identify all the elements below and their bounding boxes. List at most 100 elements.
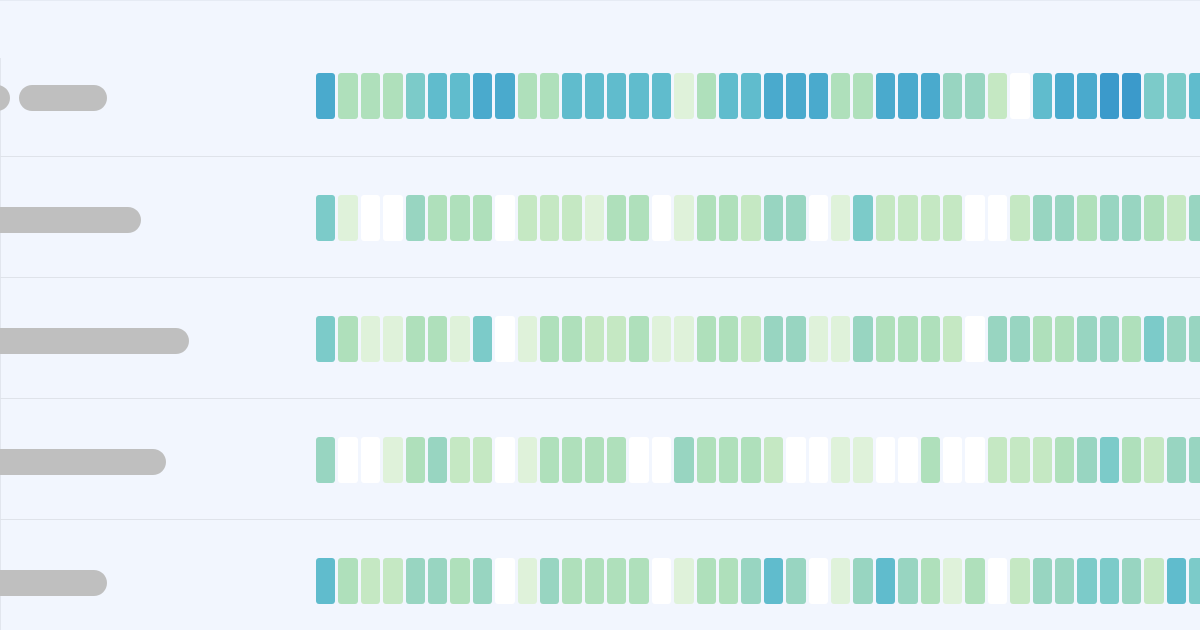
activity-cell — [965, 73, 985, 119]
activity-cell — [942, 73, 963, 119]
activity-cell — [360, 437, 381, 483]
activity-cell — [383, 316, 403, 362]
activity-cell — [763, 437, 784, 483]
activity-cell — [1077, 558, 1097, 604]
activity-cell — [1122, 437, 1142, 483]
activity-cell — [830, 73, 851, 119]
activity-cell — [1099, 195, 1120, 241]
activity-cell — [427, 195, 448, 241]
activity-cell — [674, 73, 694, 119]
activity-cell — [1077, 437, 1097, 483]
activity-cells — [316, 558, 1200, 604]
activity-cell — [1099, 437, 1120, 483]
activity-cell — [472, 73, 493, 119]
activity-cell — [786, 195, 806, 241]
activity-cell — [1144, 195, 1164, 241]
activity-cell — [517, 195, 537, 241]
activity-cell — [1099, 558, 1120, 604]
activity-cell — [920, 558, 940, 604]
activity-cell — [427, 558, 448, 604]
activity-cell — [1122, 73, 1142, 119]
activity-cell — [987, 73, 1008, 119]
activity-cell — [607, 73, 627, 119]
activity-cell — [338, 73, 358, 119]
activity-cell — [875, 558, 896, 604]
activity-cell — [472, 316, 493, 362]
activity-cell — [427, 437, 448, 483]
activity-cell — [607, 437, 627, 483]
activity-cell — [1077, 73, 1097, 119]
activity-cell — [1054, 558, 1075, 604]
activity-cell — [338, 195, 358, 241]
activity-cell — [1010, 558, 1030, 604]
activity-cell — [316, 73, 336, 119]
activity-cell — [1144, 437, 1164, 483]
activity-cell — [562, 437, 582, 483]
activity-cell — [741, 195, 761, 241]
activity-cell — [719, 437, 739, 483]
activity-cell — [360, 558, 381, 604]
activity-cell — [584, 558, 605, 604]
activity-cell — [920, 316, 940, 362]
activity-cell — [830, 437, 851, 483]
activity-cell — [1144, 316, 1164, 362]
activity-cell — [808, 437, 828, 483]
activity-cell — [763, 195, 784, 241]
activity-cell — [629, 73, 649, 119]
activity-cells — [316, 316, 1200, 362]
activity-cell — [629, 316, 649, 362]
activity-cell — [853, 558, 873, 604]
activity-cell — [584, 73, 605, 119]
activity-cell — [965, 316, 985, 362]
activity-row — [0, 519, 1200, 630]
activity-cell — [875, 316, 896, 362]
activity-cell — [920, 73, 940, 119]
activity-cell — [696, 437, 717, 483]
activity-cell — [696, 316, 717, 362]
activity-cell — [987, 437, 1008, 483]
activity-cell — [942, 558, 963, 604]
activity-row — [0, 38, 1200, 158]
activity-cell — [719, 73, 739, 119]
activity-cell — [517, 437, 537, 483]
activity-cell — [405, 558, 425, 604]
activity-cell — [405, 316, 425, 362]
activity-cell — [1054, 316, 1075, 362]
activity-cell — [987, 558, 1008, 604]
activity-cell — [1010, 316, 1030, 362]
activity-cell — [1077, 316, 1097, 362]
activity-cell — [898, 73, 918, 119]
activity-cell — [696, 558, 717, 604]
activity-cell — [875, 73, 896, 119]
activity-cell — [1189, 437, 1200, 483]
activity-cell — [1166, 195, 1187, 241]
activity-cell — [965, 195, 985, 241]
activity-cell — [741, 437, 761, 483]
activity-cell — [450, 195, 470, 241]
activity-cell — [808, 73, 828, 119]
activity-cell — [495, 195, 515, 241]
activity-cell — [629, 437, 649, 483]
activity-cell — [942, 195, 963, 241]
activity-cell — [965, 437, 985, 483]
activity-cell — [898, 316, 918, 362]
label-placeholder — [0, 207, 141, 233]
activity-cell — [338, 316, 358, 362]
activity-cell — [830, 558, 851, 604]
activity-cell — [786, 73, 806, 119]
activity-cell — [1032, 195, 1052, 241]
activity-cell — [383, 195, 403, 241]
activity-cell — [562, 73, 582, 119]
activity-cell — [539, 558, 560, 604]
activity-cell — [1189, 195, 1200, 241]
panel-top-border — [0, 0, 1200, 1]
activity-cell — [405, 73, 425, 119]
activity-cell — [383, 558, 403, 604]
activity-cell — [316, 316, 336, 362]
activity-cell — [360, 316, 381, 362]
activity-cell — [1054, 73, 1075, 119]
activity-cell — [607, 195, 627, 241]
activity-cell — [1032, 73, 1052, 119]
activity-cell — [898, 558, 918, 604]
activity-cell — [987, 195, 1008, 241]
